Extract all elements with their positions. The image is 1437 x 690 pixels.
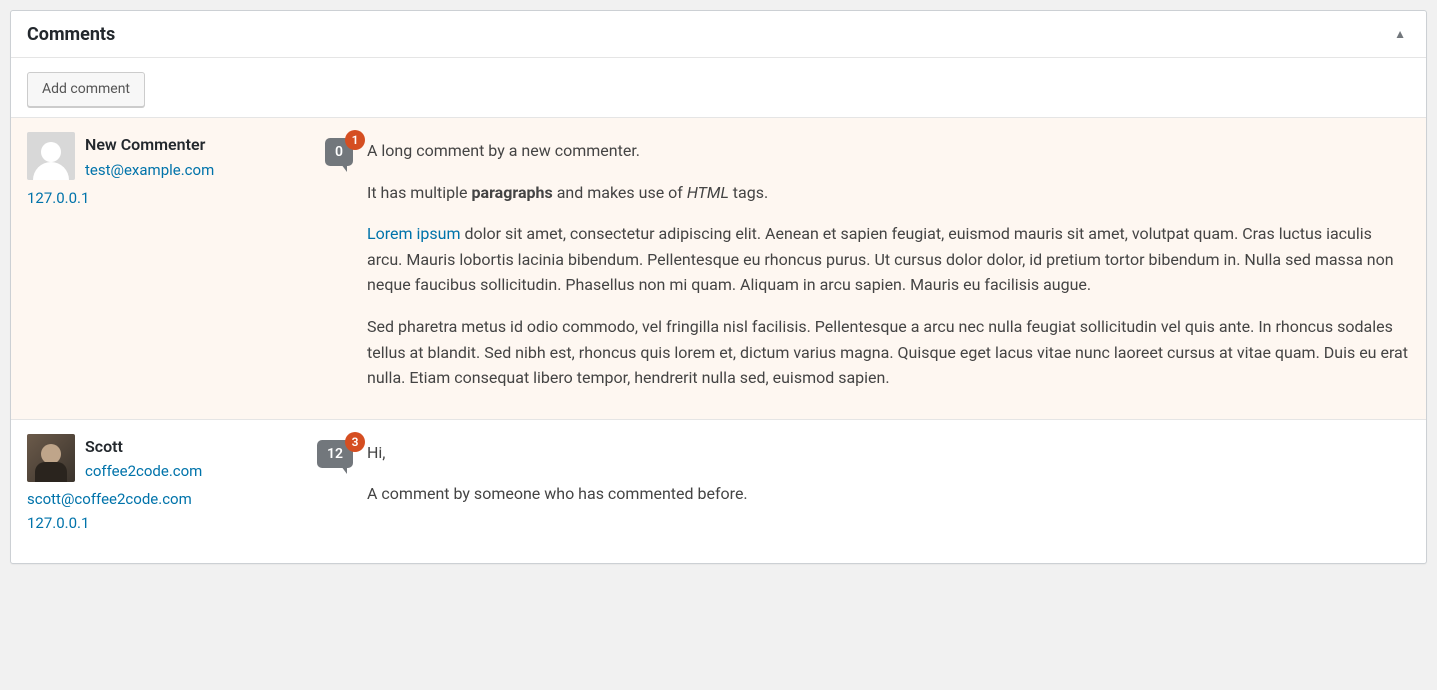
author-below-meta: scott@coffee2code.com 127.0.0.1 [27, 487, 367, 535]
comment-author-column: New Commenter test@example.com 01 127.0.0.1 [27, 132, 367, 391]
author-ip-link[interactable]: 127.0.0.1 [27, 514, 89, 532]
comment-body-text: dolor sit amet, consectetur adipiscing e… [367, 224, 1394, 294]
comment-body-strong: paragraphs [472, 183, 553, 202]
comment-body-text: Sed pharetra metus id odio commodo, vel … [367, 317, 1408, 387]
comment-body: Hi, A comment by someone who has commente… [367, 434, 1410, 536]
collapse-toggle[interactable]: ▲ [1390, 23, 1410, 45]
comment-body: A long comment by a new commenter. It has… [367, 132, 1410, 391]
comment-body-text: Hi, [367, 443, 385, 462]
comment-paragraph: It has multiple paragraphs and makes use… [367, 180, 1410, 206]
comment-body-text: and makes use of [553, 183, 687, 202]
author-meta: Scott coffee2code.com [85, 434, 303, 484]
comment-paragraph: A comment by someone who has commented b… [367, 481, 1410, 507]
comments-panel: Comments ▲ Add comment New Commenter test… [10, 10, 1427, 564]
comment-body-link[interactable]: Lorem ipsum [367, 224, 460, 243]
comment-body-text: A comment by someone who has commented b… [367, 484, 748, 503]
author-website-link[interactable]: coffee2code.com [85, 462, 202, 480]
comment-count-badge[interactable]: 01 [325, 138, 367, 166]
author-ip-link[interactable]: 127.0.0.1 [27, 189, 89, 207]
comment-body-text: A long comment by a new commenter. [367, 141, 640, 160]
author-email-link[interactable]: scott@coffee2code.com [27, 490, 192, 508]
comment-body-text: It has multiple [367, 183, 472, 202]
author-below-meta: 127.0.0.1 [27, 186, 367, 210]
comment-body-text: tags. [729, 183, 768, 202]
author-top: New Commenter test@example.com 01 [27, 132, 367, 182]
comment-author-column: Scott coffee2code.com 123 scott@coffee2code… [27, 434, 367, 536]
author-meta: New Commenter test@example.com [85, 132, 311, 182]
comment-paragraph: Lorem ipsum dolor sit amet, consectetur … [367, 221, 1410, 298]
panel-body: Add comment New Commenter test@example.co… [11, 58, 1426, 563]
author-name: New Commenter [85, 132, 311, 158]
author-top: Scott coffee2code.com 123 [27, 434, 367, 484]
comment-row: New Commenter test@example.com 01 127.0.0.1… [11, 118, 1426, 419]
panel-title: Comments [27, 24, 115, 45]
pending-count-badge: 1 [345, 130, 365, 150]
pending-count-badge: 3 [345, 432, 365, 452]
comment-body-italic: HTML [687, 183, 729, 202]
comment-row: Scott coffee2code.com 123 scott@coffee2code… [11, 419, 1426, 564]
comment-count-badge[interactable]: 123 [317, 440, 367, 468]
comment-paragraph: A long comment by a new commenter. [367, 138, 1410, 164]
author-email-link[interactable]: test@example.com [85, 161, 214, 179]
add-comment-wrap: Add comment [11, 58, 1426, 118]
comment-paragraph: Sed pharetra metus id odio commodo, vel … [367, 314, 1410, 391]
panel-header: Comments ▲ [11, 11, 1426, 58]
add-comment-button[interactable]: Add comment [27, 72, 145, 107]
author-avatar [27, 132, 75, 180]
comment-paragraph: Hi, [367, 440, 1410, 466]
author-avatar [27, 434, 75, 482]
comments-list: New Commenter test@example.com 01 127.0.0.1… [11, 118, 1426, 563]
author-name: Scott [85, 434, 303, 460]
